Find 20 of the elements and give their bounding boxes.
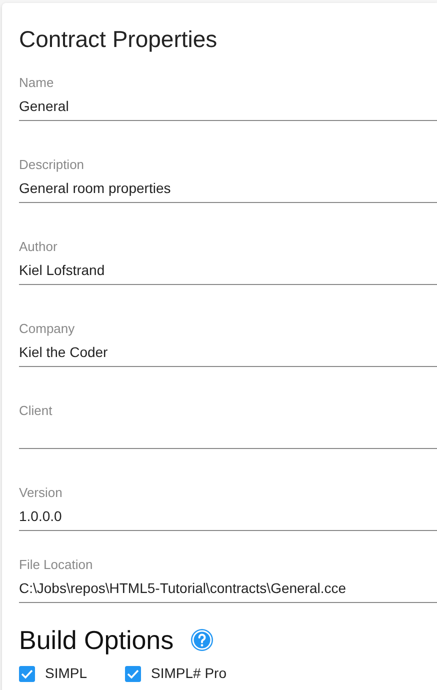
text-field[interactable]: 1.0.0.0 — [19, 508, 437, 531]
text-field[interactable]: Kiel the Coder — [19, 344, 437, 367]
field-label: Company — [19, 321, 76, 337]
text-field[interactable]: General room properties — [19, 180, 437, 203]
text-field[interactable]: General — [19, 98, 437, 121]
field-label: Name — [19, 75, 55, 91]
field-label: Author — [19, 239, 58, 255]
checkbox[interactable] — [125, 666, 142, 682]
card-title: Contract Properties — [19, 25, 218, 53]
checkbox[interactable] — [19, 666, 35, 682]
field-label: Description — [19, 157, 86, 173]
help-icon[interactable] — [190, 628, 214, 652]
field-label: Client — [19, 403, 54, 419]
text-field[interactable]: Kiel Lofstrand — [19, 262, 437, 285]
section-heading: Build Options — [19, 625, 174, 655]
field-label: File Location — [19, 557, 94, 573]
checkbox-label: SIMPL — [45, 664, 88, 683]
field-label: Version — [19, 485, 64, 501]
text-field[interactable]: C:\Jobs\repos\HTML5-Tutorial\contracts\General.cce — [19, 580, 437, 603]
checkbox-label: SIMPL# Pro — [151, 664, 226, 683]
